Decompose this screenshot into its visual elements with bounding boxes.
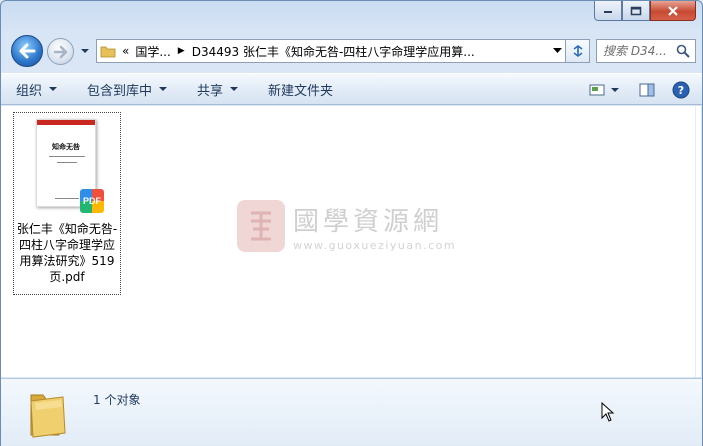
view-icon bbox=[589, 84, 605, 96]
close-icon bbox=[668, 5, 678, 16]
minimize-button[interactable] bbox=[594, 1, 622, 21]
organize-menu[interactable]: 组织 bbox=[16, 80, 58, 99]
navigation-row: « 国学... ▶ D34493 张仁丰《知命无咎-四柱八字命理学应用算... bbox=[9, 35, 696, 67]
breadcrumb-item-guoxue[interactable]: 国学... bbox=[132, 43, 173, 60]
mouse-cursor-icon bbox=[601, 402, 615, 422]
include-in-library-label: 包含到库中 bbox=[87, 83, 153, 99]
details-pane: 1 个对象 bbox=[1, 378, 702, 446]
change-view-button[interactable] bbox=[586, 80, 608, 100]
preview-pane-button[interactable] bbox=[636, 80, 658, 100]
maximize-button[interactable] bbox=[622, 1, 650, 21]
chevron-down-icon bbox=[552, 48, 562, 53]
item-count-label: 1 个对象 bbox=[93, 393, 141, 407]
include-in-library-menu[interactable]: 包含到库中 bbox=[87, 80, 168, 99]
breadcrumb-item-current[interactable]: D34493 张仁丰《知命无咎-四柱八字命理学应用算... bbox=[189, 43, 478, 60]
seal-logo-icon bbox=[237, 200, 285, 252]
organize-label: 组织 bbox=[16, 83, 43, 99]
chevron-down-icon bbox=[81, 49, 89, 53]
pdf-icon: PDF bbox=[80, 189, 104, 213]
folder-icon bbox=[97, 40, 119, 62]
refresh-icon bbox=[573, 45, 582, 57]
watermark: 國學資源網 www.guoxueziyuan.com bbox=[237, 200, 456, 252]
search-input[interactable] bbox=[603, 44, 673, 58]
file-item-pdf[interactable]: 知命无咎 PDF 张仁丰《知命无咎-四柱八字命理学应用算法研究》519页.pdf bbox=[13, 112, 121, 295]
file-name-label: 张仁丰《知命无咎-四柱八字命理学应用算法研究》519页.pdf bbox=[16, 222, 118, 284]
watermark-text: 國學資源網 www.guoxueziyuan.com bbox=[293, 201, 456, 252]
breadcrumb-overflow[interactable]: « bbox=[119, 44, 132, 58]
dropdown-arrow-icon bbox=[230, 87, 239, 91]
chevron-down-icon bbox=[611, 87, 619, 92]
watermark-title: 國學資源網 bbox=[293, 206, 444, 237]
view-controls: ? bbox=[578, 80, 692, 100]
help-button[interactable]: ? bbox=[670, 80, 692, 100]
explorer-window: « 国学... ▶ D34493 张仁丰《知命无咎-四柱八字命理学应用算... … bbox=[0, 0, 703, 446]
command-bar: 组织 包含到库中 共享 新建文件夹 ? bbox=[1, 73, 702, 105]
thumbnail-line bbox=[55, 198, 79, 199]
share-label: 共享 bbox=[197, 83, 224, 99]
address-dropdown-button[interactable] bbox=[549, 40, 565, 62]
preview-pane-icon bbox=[639, 83, 655, 97]
search-icon[interactable] bbox=[676, 44, 690, 58]
search-box[interactable] bbox=[596, 39, 696, 63]
close-button[interactable] bbox=[650, 1, 696, 21]
thumbnail-line bbox=[49, 156, 85, 157]
watermark-url: www.guoxueziyuan.com bbox=[293, 238, 457, 252]
share-menu[interactable]: 共享 bbox=[197, 80, 239, 99]
arrow-left-icon bbox=[19, 43, 36, 59]
folder-icon bbox=[29, 387, 69, 439]
thumbnail-title: 知命无咎 bbox=[52, 142, 80, 151]
address-bar[interactable]: « 国学... ▶ D34493 张仁丰《知命无咎-四柱八字命理学应用算... bbox=[96, 39, 566, 63]
vertical-scrollbar[interactable] bbox=[695, 106, 701, 377]
maximize-icon bbox=[630, 6, 642, 15]
thumbnail-line bbox=[57, 162, 77, 163]
thumbnail-header-bar bbox=[37, 120, 95, 125]
arrow-right-icon bbox=[53, 45, 67, 58]
help-icon: ? bbox=[672, 81, 690, 99]
minimize-icon bbox=[604, 10, 612, 13]
dropdown-arrow-icon bbox=[159, 87, 168, 91]
new-folder-button[interactable]: 新建文件夹 bbox=[268, 80, 333, 99]
back-button[interactable] bbox=[11, 35, 43, 67]
file-list-area[interactable]: 知命无咎 PDF 张仁丰《知命无咎-四柱八字命理学应用算法研究》519页.pdf… bbox=[1, 106, 696, 377]
dropdown-arrow-icon bbox=[49, 87, 58, 91]
refresh-button[interactable] bbox=[566, 39, 590, 63]
new-folder-label: 新建文件夹 bbox=[268, 83, 334, 99]
recent-pages-button[interactable] bbox=[79, 46, 91, 56]
view-options-button[interactable] bbox=[610, 80, 620, 100]
breadcrumb-separator-icon[interactable]: ▶ bbox=[174, 46, 189, 56]
forward-button[interactable] bbox=[47, 38, 74, 65]
svg-text:?: ? bbox=[678, 84, 684, 97]
caption-buttons bbox=[594, 1, 696, 22]
